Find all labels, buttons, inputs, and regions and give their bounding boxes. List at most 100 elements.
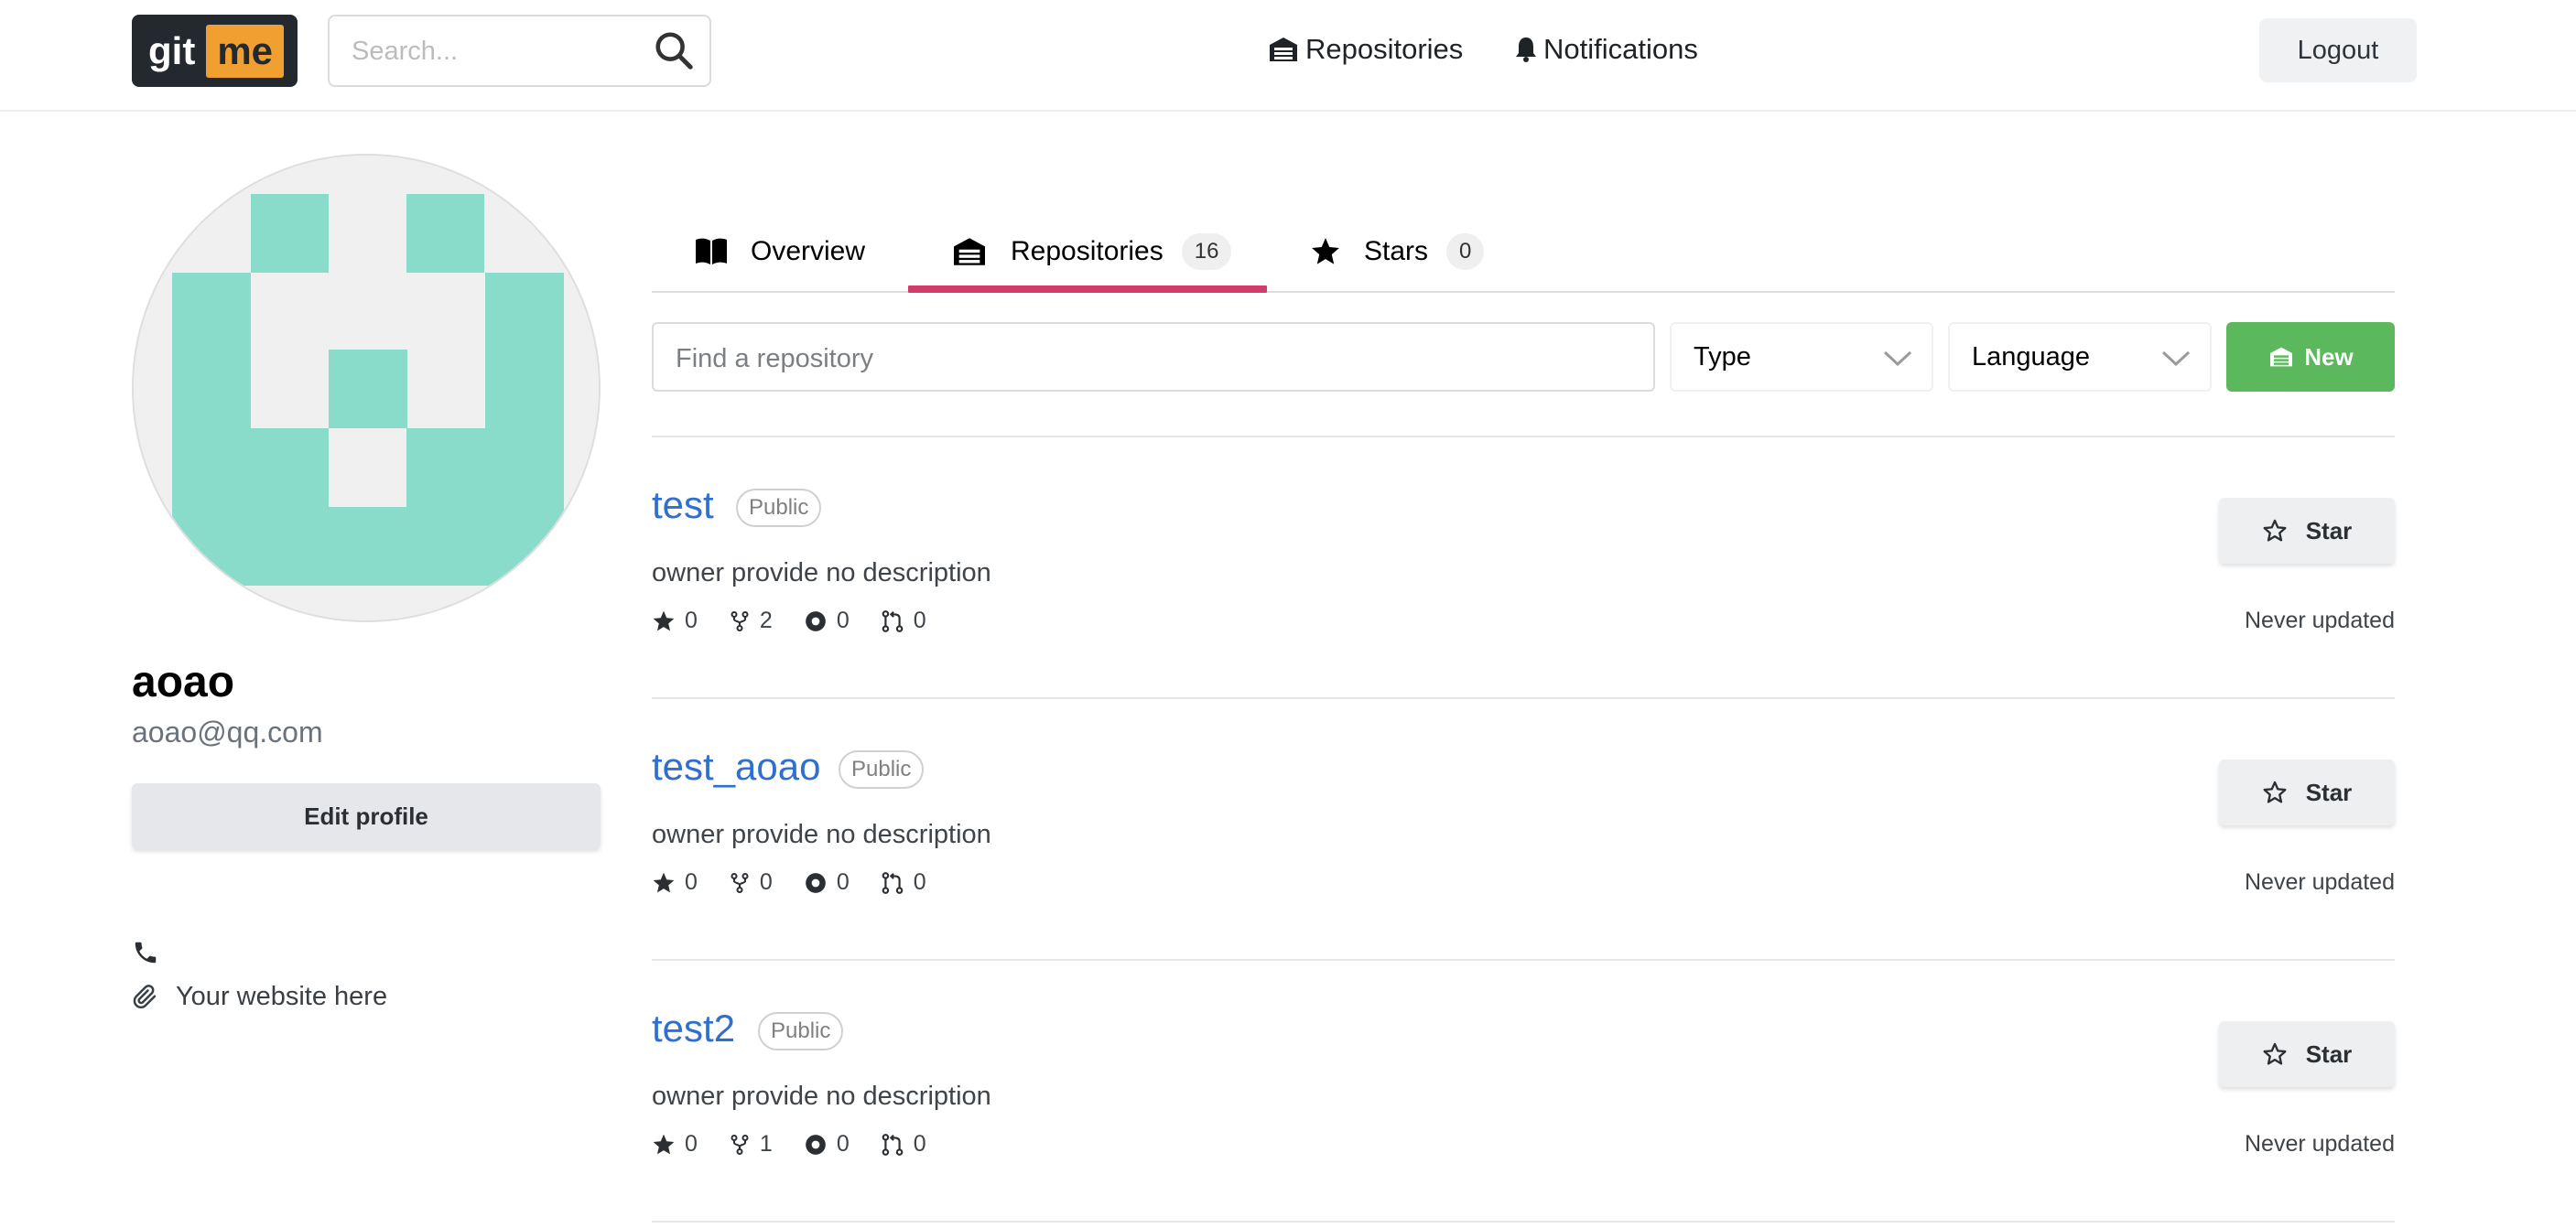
divider (652, 1221, 2395, 1223)
fork-icon (731, 1134, 749, 1155)
gitme-logo[interactable]: git me (132, 15, 298, 87)
star-filled-icon (1312, 238, 1339, 264)
top-header: git me Repositories Notifications Logout (0, 0, 2576, 112)
list-item: test2 Public owner provide no descriptio… (652, 961, 2395, 1223)
repo-description: owner provide no description (652, 820, 991, 849)
search-icon[interactable] (653, 29, 695, 71)
repo-name-link[interactable]: test2 (652, 1007, 735, 1050)
profile-website[interactable]: Your website here (132, 982, 387, 1012)
visibility-badge: Public (736, 489, 822, 527)
repository-icon (1270, 38, 1297, 61)
chevron-down-icon (1883, 350, 1912, 367)
stars-stat: 0 (652, 869, 698, 896)
repo-stats: 0 0 0 0 (652, 869, 958, 896)
find-repository-box[interactable] (652, 322, 1655, 392)
pulls-stat: 0 (881, 1131, 926, 1158)
profile-website-text: Your website here (176, 982, 388, 1011)
active-tab-indicator (908, 285, 1267, 293)
edit-profile-button[interactable]: Edit profile (132, 783, 601, 849)
star-outline-icon (2263, 519, 2287, 542)
repo-name-link[interactable]: test (652, 483, 714, 527)
star-button[interactable]: Star (2219, 759, 2395, 825)
issues-count: 0 (836, 1131, 850, 1157)
star-outline-icon (2263, 781, 2287, 803)
issue-icon (805, 1134, 826, 1155)
pull-request-icon (882, 871, 904, 894)
visibility-badge: Public (839, 750, 925, 789)
forks-count: 0 (759, 869, 773, 895)
book-open-icon (696, 238, 727, 264)
star-icon (653, 610, 675, 630)
pulls-count: 0 (913, 1131, 926, 1157)
issues-stat: 0 (804, 869, 850, 896)
type-dropdown[interactable]: Type (1670, 322, 1933, 392)
star-button-label: Star (2305, 1039, 2353, 1068)
list-item: test Public owner provide no description… (652, 437, 2395, 699)
stars-stat: 0 (652, 1131, 698, 1158)
forks-count: 2 (759, 608, 773, 633)
fork-icon (731, 610, 749, 631)
tab-repositories-count: 16 (1181, 233, 1232, 270)
nav-repositories-label: Repositories (1305, 33, 1464, 65)
fork-icon (731, 872, 749, 893)
visibility-badge: Public (758, 1012, 844, 1050)
language-dropdown[interactable]: Language (1948, 322, 2212, 392)
find-repository-input[interactable] (676, 339, 1591, 379)
profile-tabs: Overview Repositories 16 Stars 0 (652, 210, 2395, 293)
bell-icon (1516, 38, 1536, 62)
stars-count: 0 (685, 1131, 698, 1157)
last-updated: Never updated (2244, 608, 2395, 633)
issues-count: 0 (836, 608, 850, 633)
issues-stat: 0 (804, 608, 850, 634)
language-dropdown-label: Language (1972, 341, 2091, 372)
logout-button[interactable]: Logout (2259, 18, 2417, 82)
star-button[interactable]: Star (2219, 1021, 2395, 1087)
nav-notifications-link[interactable]: Notifications (1514, 33, 1698, 66)
tab-overview[interactable]: Overview (694, 210, 865, 293)
issue-icon (805, 872, 826, 893)
logo-git-text: git (148, 28, 196, 72)
stars-stat: 0 (652, 608, 698, 634)
tab-overview-label: Overview (751, 236, 866, 266)
search-box[interactable] (328, 15, 711, 87)
nav-repositories-link[interactable]: Repositories (1267, 33, 1463, 66)
pulls-stat: 0 (881, 869, 926, 896)
tab-repositories[interactable]: Repositories 16 (950, 210, 1232, 293)
pull-request-icon (882, 609, 904, 632)
pulls-stat: 0 (881, 608, 926, 634)
stars-count: 0 (685, 869, 698, 895)
new-repository-button[interactable]: New (2226, 322, 2395, 392)
forks-stat: 2 (729, 608, 773, 634)
star-button[interactable]: Star (2219, 498, 2395, 564)
star-icon (653, 1134, 675, 1154)
forks-count: 1 (759, 1131, 773, 1157)
repo-description: owner provide no description (652, 558, 991, 587)
star-outline-icon (2263, 1042, 2287, 1065)
nav-notifications-label: Notifications (1543, 33, 1698, 65)
search-input[interactable] (352, 33, 626, 70)
stars-count: 0 (685, 608, 698, 633)
pulls-count: 0 (913, 608, 926, 633)
star-button-label: Star (2305, 778, 2353, 806)
repository-icon (2270, 347, 2293, 367)
profile-username: aoao (132, 658, 235, 706)
forks-stat: 0 (729, 869, 773, 896)
issues-stat: 0 (804, 1131, 850, 1158)
identicon-avatar-image (134, 156, 599, 620)
pull-request-icon (882, 1133, 904, 1156)
forks-stat: 1 (729, 1131, 773, 1158)
repository-icon (954, 238, 985, 265)
new-button-label: New (2304, 342, 2354, 371)
profile-email: aoao@qq.com (132, 716, 323, 749)
logo-me-text: me (206, 24, 285, 78)
repo-stats: 0 2 0 0 (652, 608, 958, 634)
last-updated: Never updated (2244, 869, 2395, 895)
pulls-count: 0 (913, 869, 926, 895)
issue-icon (805, 610, 826, 631)
tab-stars[interactable]: Stars 0 (1309, 210, 1485, 293)
phone-icon (135, 942, 157, 964)
avatar (132, 154, 601, 622)
chevron-down-icon (2161, 350, 2191, 367)
star-icon (653, 872, 675, 892)
repo-name-link[interactable]: test_aoao (652, 745, 821, 789)
